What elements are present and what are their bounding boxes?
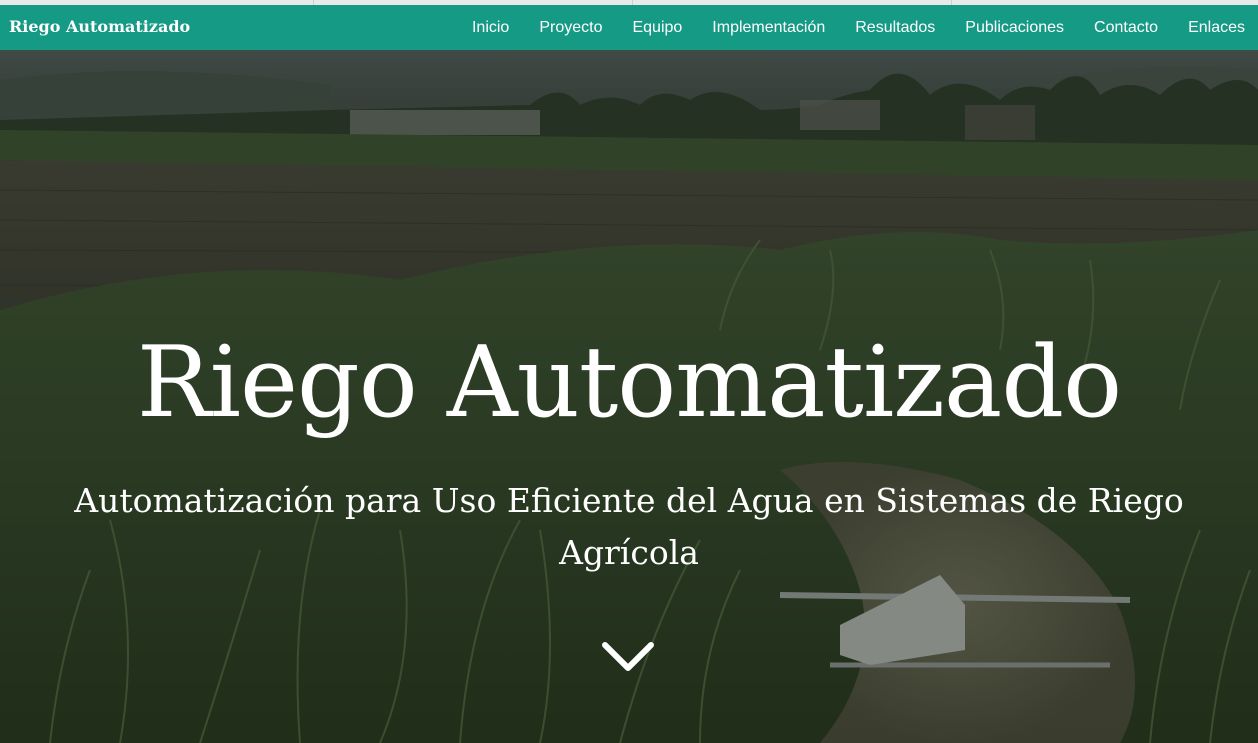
nav-link-proyecto[interactable]: Proyecto (539, 19, 602, 37)
nav-link-equipo[interactable]: Equipo (632, 19, 682, 37)
nav-link-publicaciones[interactable]: Publicaciones (965, 19, 1064, 37)
scroll-down-button[interactable] (600, 640, 656, 676)
top-navbar: Riego Automatizado Inicio Proyecto Equip… (0, 5, 1258, 50)
nav-link-resultados[interactable]: Resultados (855, 19, 935, 37)
hero-title: Riego Automatizado (136, 326, 1122, 440)
hero-section: Riego Automatizado Automatización para U… (0, 50, 1258, 743)
nav-link-enlaces[interactable]: Enlaces (1188, 19, 1245, 37)
nav-link-contacto[interactable]: Contacto (1094, 19, 1158, 37)
nav-links: Inicio Proyecto Equipo Implementación Re… (472, 5, 1245, 50)
nav-link-implementacion[interactable]: Implementación (712, 19, 825, 37)
navbar-brand[interactable]: Riego Automatizado (9, 17, 190, 36)
nav-link-inicio[interactable]: Inicio (472, 19, 509, 37)
hero-subtitle: Automatización para Uso Eficiente del Ag… (74, 481, 1184, 572)
chevron-down-icon (602, 642, 654, 671)
